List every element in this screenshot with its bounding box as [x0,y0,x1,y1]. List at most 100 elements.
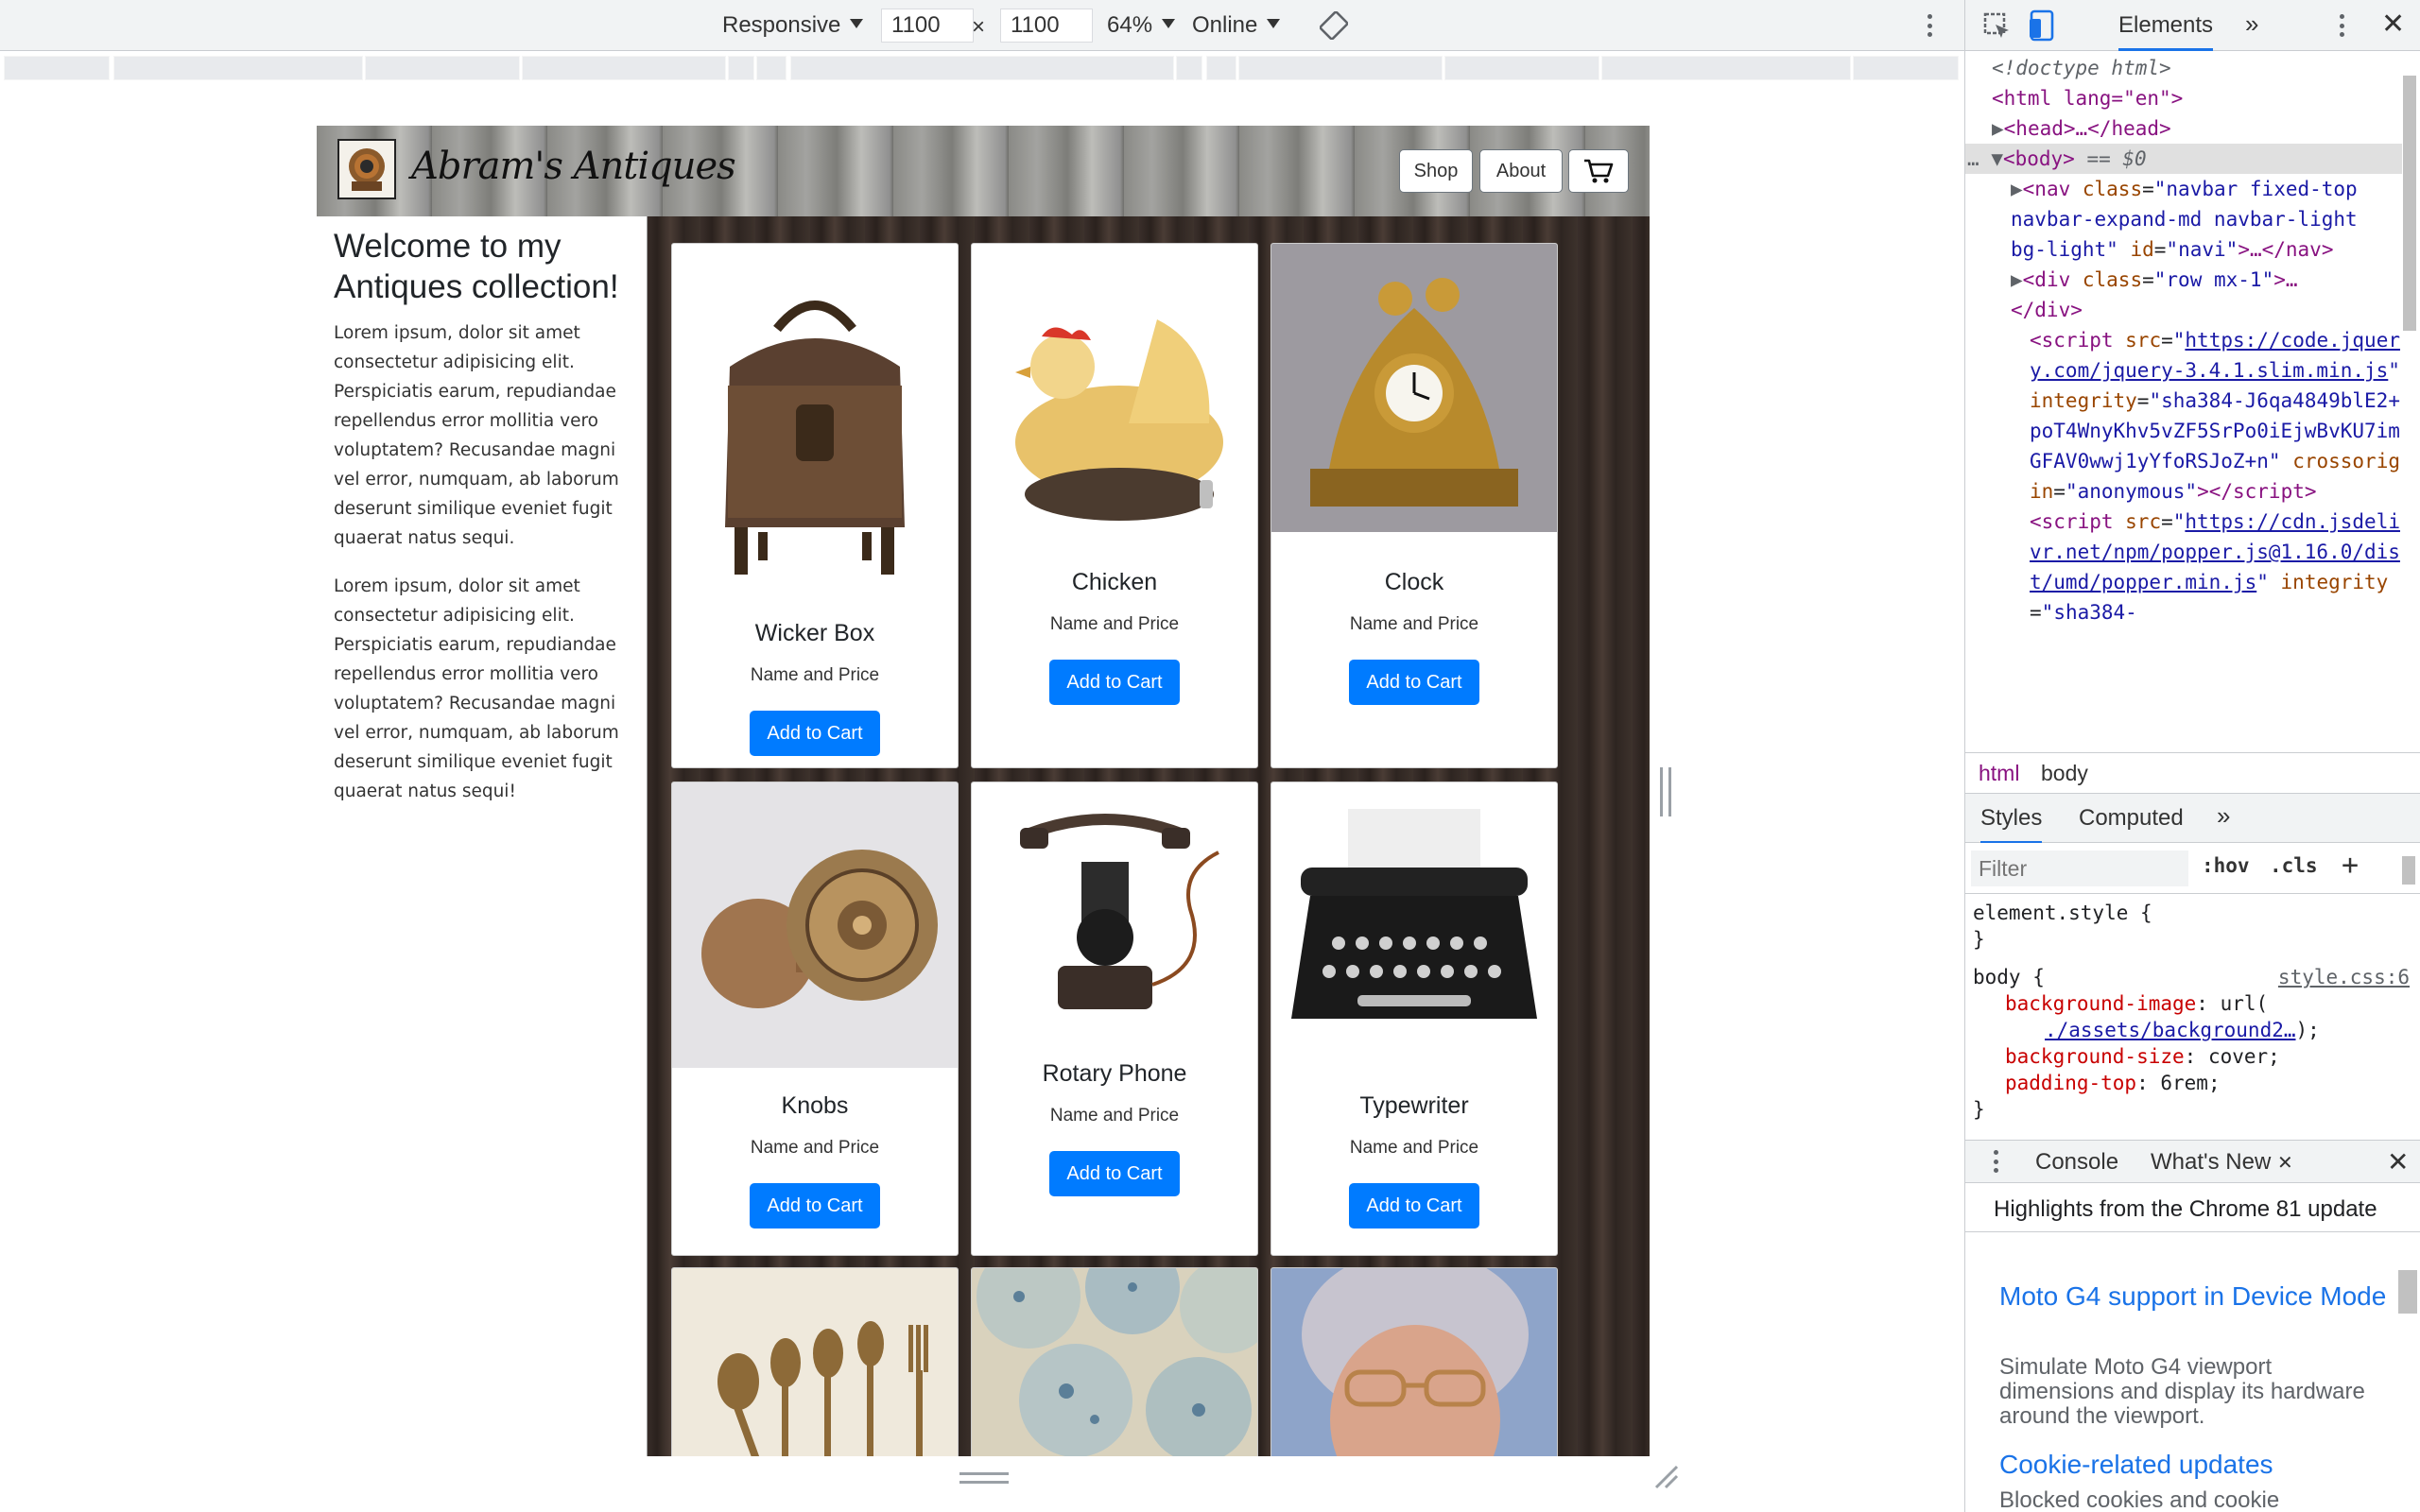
moldy-cupcakes-image [971,1267,1258,1456]
brand-name[interactable]: Abram's Antiques [411,145,736,188]
css-property-url[interactable]: ./assets/background2…); [1973,1017,2413,1043]
doctype-node: <!doctype html> [1992,57,2171,79]
intro-panel: Welcome to my Antiques collection! Lorem… [317,216,648,1456]
media-query-bar[interactable] [0,51,1964,85]
more-tabs-icon[interactable]: » [2245,9,2258,39]
more-tabs-icon[interactable]: » [2217,801,2230,831]
rotate-icon[interactable] [1319,10,1349,43]
head-node[interactable]: <head>…</head> [2004,117,2171,140]
dom-scrollbar[interactable] [2403,76,2416,331]
about-button[interactable]: About [1479,149,1563,193]
network-select[interactable]: Online [1192,12,1281,39]
brand-logo[interactable] [337,139,396,199]
tab-whats-new[interactable]: What's New ✕ [2151,1149,2293,1186]
whats-new-scrollbar[interactable] [2398,1270,2417,1314]
product-subtitle: Name and Price [1049,1106,1180,1125]
expand-arrow-icon[interactable]: ▶ [1992,117,2004,140]
cart-button[interactable] [1568,149,1629,193]
zoom-select[interactable]: 64% [1107,12,1176,39]
styles-scrollbar[interactable] [2402,856,2415,885]
cls-toggle[interactable]: .cls [2270,854,2318,877]
tab-console[interactable]: Console [2035,1149,2118,1176]
whats-new-panel: Highlights from the Chrome 81 update Mot… [1965,1183,2420,1512]
diving-helmet-icon [349,148,385,191]
css-property[interactable]: background-image: url( [1973,990,2413,1017]
product-card: Clock Name and Price Add to Cart [1270,243,1558,768]
css-property[interactable]: background-size: cover; [1973,1043,2413,1070]
dots-icon: … [1967,147,1979,170]
site-navbar: Abram's Antiques Shop About [317,126,1650,216]
add-to-cart-button[interactable]: Add to Cart [1349,1183,1479,1228]
rotary-phone-image [972,782,1257,1045]
whats-new-item-title[interactable]: Moto G4 support in Device Mode [1999,1274,2387,1319]
expand-arrow-icon[interactable]: ▶ [2011,178,2023,200]
add-to-cart-button[interactable]: Add to Cart [750,711,880,756]
html-node[interactable]: <html lang="en"> [1992,87,2183,110]
more-options-icon[interactable] [1922,9,1937,42]
rule-source-link[interactable]: style.css:6 [2278,964,2410,990]
whats-new-item-title[interactable]: Cookie-related updates [1999,1450,2387,1480]
hov-toggle[interactable]: :hov [2202,854,2250,877]
product-title: Chicken [1071,569,1158,595]
integrity-value: sha384- [2053,601,2137,624]
tab-styles[interactable]: Styles [1980,805,2043,844]
crossorigin-value: anonymous [2077,480,2186,503]
typewriter-image [1271,782,1557,1066]
add-to-cart-button[interactable]: Add to Cart [1349,660,1479,705]
nav-id-value: navi [2178,238,2226,261]
shop-button[interactable]: Shop [1399,149,1473,193]
close-icon[interactable]: ✕ [2381,8,2405,41]
devtools-menu-icon[interactable] [2334,9,2349,42]
dom-tree[interactable]: <!doctype html> <html lang="en"> ▶<head>… [1965,53,2402,743]
styles-pane[interactable]: element.style { } body { style.css:6 bac… [1965,894,2420,1132]
whats-new-item-desc: Blocked cookies and cookie [1999,1487,2280,1512]
dimension-separator: × [972,14,986,40]
chevron-down-icon [1267,19,1281,28]
product-subtitle: Name and Price [750,665,880,685]
spoons-image [671,1267,959,1456]
drawer-tabbar: Console What's New ✕ ✕ [1965,1140,2420,1186]
resize-corner-icon[interactable] [1652,1463,1679,1489]
product-title: Rotary Phone [1042,1060,1187,1087]
product-card: Typewriter Name and Price Add to Cart [1270,782,1558,1256]
width-input[interactable]: 1100 [881,9,974,43]
breadcrumb-html[interactable]: html [1979,761,2019,786]
filter-input[interactable] [1971,850,2188,886]
close-icon[interactable]: ✕ [2277,1153,2293,1174]
chevron-down-icon [850,19,864,28]
close-drawer-icon[interactable]: ✕ [2387,1146,2409,1177]
inspect-element-icon[interactable] [1982,11,2013,45]
page-viewport: Abram's Antiques Shop About Welcome to m… [317,126,1650,1456]
rule-close: } [1973,1098,1985,1121]
resize-handle-right[interactable] [1660,767,1671,816]
product-title: Clock [1384,569,1444,595]
div-class-value: row mx-1 [2166,268,2262,291]
whats-new-highlights: Highlights from the Chrome 81 update [1965,1183,2420,1232]
device-select[interactable]: Responsive [722,12,864,39]
height-input[interactable]: 1100 [1000,9,1093,43]
intro-paragraph: Lorem ipsum, dolor sit amet consectetur … [334,323,619,548]
add-to-cart-button[interactable]: Add to Cart [750,1183,880,1228]
product-card: Rotary Phone Name and Price Add to Cart [971,782,1258,1256]
add-rule-icon[interactable]: + [2342,849,2359,882]
device-toolbar: Responsive 1100 × 1100 64% Online [0,0,1964,51]
clock-image [1271,244,1557,532]
expand-arrow-icon[interactable]: ▶ [2011,268,2023,291]
product-subtitle: Name and Price [1049,614,1180,634]
product-card: Wicker Box Name and Price Add to Cart [671,243,959,768]
device-toolbar-icon[interactable] [2028,9,2060,45]
drawer-menu-icon[interactable] [1992,1146,1999,1177]
collapse-arrow-icon[interactable]: ▼ [1991,147,2003,170]
tab-elements[interactable]: Elements [2118,12,2214,51]
cart-icon [1584,159,1614,183]
add-to-cart-button[interactable]: Add to Cart [1049,1151,1180,1196]
css-property[interactable]: padding-top: 6rem; [1973,1070,2413,1096]
product-title: Wicker Box [754,620,875,646]
rule-close: } [1973,928,1985,951]
resize-handle-bottom[interactable] [959,1472,1009,1484]
add-to-cart-button[interactable]: Add to Cart [1049,660,1180,705]
portrait-image [1270,1267,1558,1456]
tab-computed[interactable]: Computed [2079,805,2184,832]
body-node[interactable]: <body> [2003,147,2075,170]
breadcrumb-body[interactable]: body [2041,761,2088,786]
